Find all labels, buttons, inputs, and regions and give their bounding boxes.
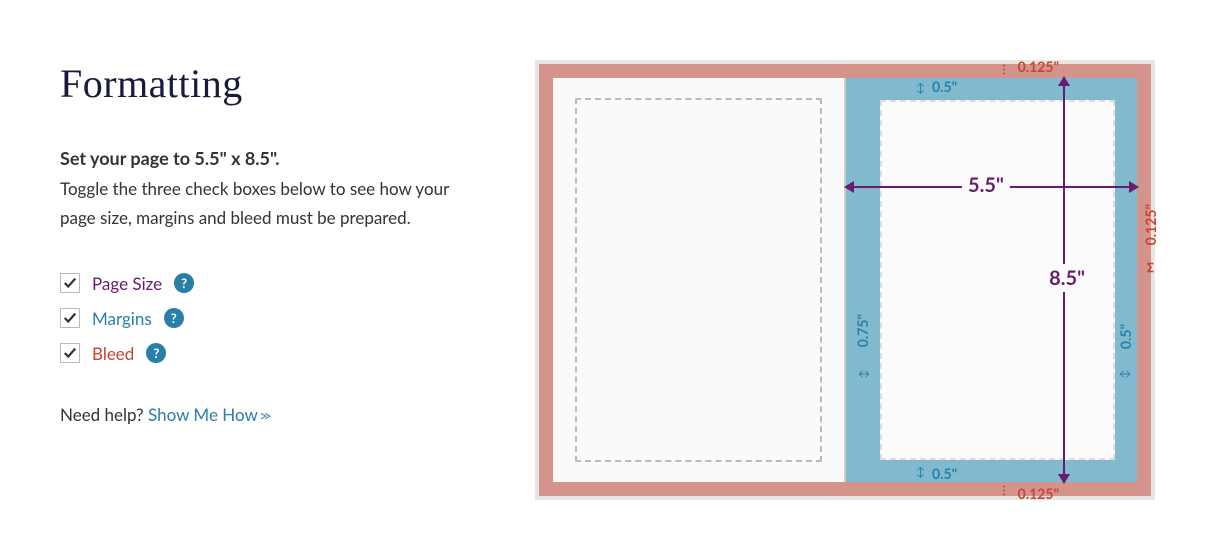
instruction-bold: Set your page to 5.5" x 8.5".: [60, 147, 480, 169]
instruction-text: Toggle the three check boxes below to se…: [60, 175, 460, 233]
help-icon-page-size[interactable]: ?: [174, 273, 194, 293]
arrow-icon: [1119, 368, 1131, 380]
checkbox-label-page-size: Page Size: [92, 273, 162, 294]
checkmark-icon: [63, 276, 77, 290]
tick-icon: ⵗ: [1002, 62, 1005, 77]
help-icon-margins[interactable]: ?: [164, 308, 184, 328]
checkbox-margins[interactable]: [60, 308, 80, 328]
arrow-icon: [858, 368, 870, 380]
arrow-icon: [916, 82, 925, 94]
margin-inner-label: 0.75": [854, 314, 871, 347]
height-label: 8.5": [1045, 264, 1089, 292]
checkbox-page-size[interactable]: [60, 273, 80, 293]
page-heading: Formatting: [60, 60, 480, 107]
left-text-area: [575, 98, 822, 462]
checkmark-icon: [63, 346, 77, 360]
bleed-bottom-label: 0.125": [1018, 485, 1059, 502]
checkmark-icon: [63, 311, 77, 325]
checkbox-row-page-size: Page Size ?: [60, 273, 480, 294]
tick-icon: ⵗ: [1002, 483, 1005, 498]
need-help-prefix: Need help?: [60, 404, 148, 425]
checkbox-label-margins: Margins: [92, 308, 152, 329]
chevron-right-icon: >>: [260, 407, 268, 424]
checkbox-row-margins: Margins ?: [60, 308, 480, 329]
left-page: [553, 78, 844, 482]
margin-outer-label: 0.5": [1117, 324, 1134, 349]
width-label: 5.5": [962, 173, 1010, 197]
right-page: 0.5" 0.5" 0.75" 0.5" 5.5" 8.5": [846, 78, 1137, 482]
bleed-top-label: 0.125": [1018, 58, 1059, 75]
checkbox-bleed[interactable]: [60, 343, 80, 363]
arrow-icon: [916, 466, 925, 478]
margin-top-label: 0.5": [932, 78, 957, 95]
page-spread: 0.5" 0.5" 0.75" 0.5" 5.5" 8.5": [553, 78, 1137, 482]
checkbox-row-bleed: Bleed ?: [60, 343, 480, 364]
help-icon-bleed[interactable]: ?: [146, 343, 166, 363]
bleed-outer-label: 0.125": [1142, 204, 1159, 245]
margin-bottom-label: 0.5": [932, 465, 957, 482]
show-me-how-link[interactable]: Show Me How >>: [148, 404, 268, 425]
checkbox-list: Page Size ? Margins ? Bleed ?: [60, 273, 480, 364]
checkbox-label-bleed: Bleed: [92, 343, 134, 364]
formatting-diagram: 0.5" 0.5" 0.75" 0.5" 5.5" 8.5": [535, 60, 1155, 500]
tick-icon: ⵉ: [1146, 260, 1153, 275]
need-help-line: Need help? Show Me How >>: [60, 404, 480, 425]
